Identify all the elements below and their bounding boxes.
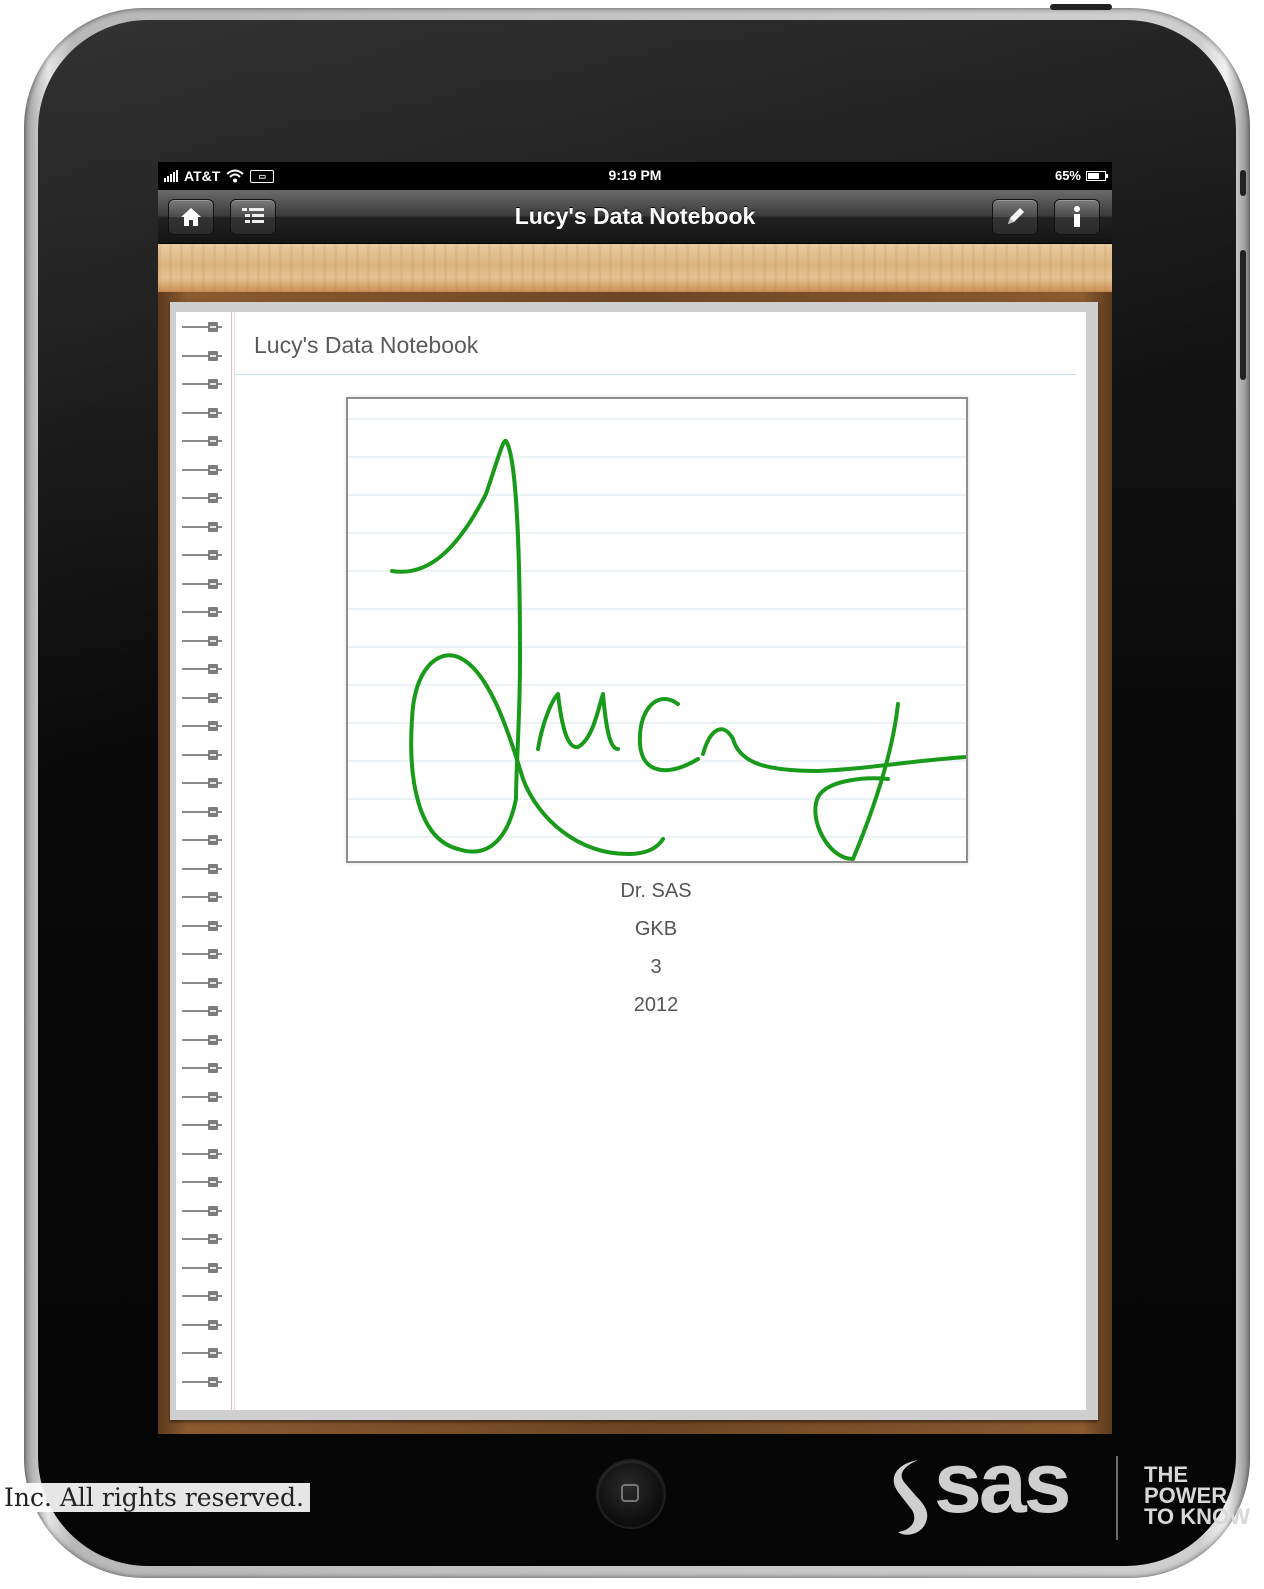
spiral-ring [182,493,222,503]
spiral-ring [182,692,222,703]
spiral-ring [182,835,222,845]
spiral-ring [182,778,222,788]
spiral-ring [182,949,222,959]
spiral-ring [182,1348,222,1358]
spiral-ring [182,521,222,532]
edit-button[interactable] [992,199,1038,235]
spiral-ring [182,635,222,646]
spiral-ring [182,1319,222,1330]
spiral-ring [182,892,222,902]
spiral-ring [182,806,222,817]
spiral-ring [182,1063,222,1073]
status-time: 9:19 PM [608,167,662,183]
tagline-line-2: POWER [1144,1483,1228,1508]
signature-drawing [348,418,968,861]
home-square-icon [621,1484,639,1502]
spiral-ring [182,1034,222,1045]
spiral-ring [182,550,222,560]
spiral-ring [182,664,222,674]
tagline: THE POWER TO KNOW [1144,1462,1250,1529]
tagline-line-1: THE [1144,1462,1188,1487]
spiral-ring [182,1006,222,1016]
battery-icon [1086,170,1108,181]
spiral-ring [182,977,222,988]
signature-stroke-y [701,727,968,773]
sas-wordmark: sas [934,1435,1071,1531]
spiral-ring [182,1148,222,1159]
signature-stroke-tail [813,702,900,861]
spiral-ring [182,1262,222,1273]
spiral-ring [182,1376,222,1387]
margin-line [231,312,232,1410]
power-button [1050,4,1112,10]
spiral-ring [182,322,222,332]
detail-year: 2012 [633,994,679,1016]
signature-box[interactable] [346,397,968,863]
page-title: Lucy's Data Notebook [254,332,479,358]
ruled-lines [348,418,966,838]
spiral-ring [182,578,222,589]
spiral-binding [176,322,230,1407]
spiral-ring [182,1291,222,1301]
spiral-ring [182,1091,222,1102]
spiral-ring [182,436,222,446]
spiral-ring [182,1177,222,1187]
nav-title: Lucy's Data Notebook [514,203,756,229]
copyright-text: Inc. All rights reserved. [2,1483,310,1512]
side-switch [1240,250,1246,380]
ipad-screen: AT&T ▭ 9:19 PM 65% Lucy's Data Notebook … [158,162,1112,1434]
signature-stroke-c [637,697,700,773]
spiral-ring [182,721,222,731]
detail-grade: 3 [650,956,662,978]
spiral-ring [182,607,222,617]
notebook-page: Lucy's Data Notebook Dr. SAS GKB 3 2012 [176,312,1086,1410]
tagline-line-3: TO KNOW [1144,1504,1250,1529]
spiral-ring [182,407,222,418]
volume-button [1240,170,1246,196]
detail-author: Dr. SAS [620,880,692,902]
spiral-ring [182,1120,222,1130]
detail-class: GKB [634,918,678,940]
info-button[interactable] [1054,199,1100,235]
pencil-icon [1008,208,1024,224]
spiral-ring [182,920,222,931]
battery-percent: 65% [1054,168,1081,183]
sas-logo: sas THE POWER TO KNOW [876,1435,1264,1548]
logo-separator [1116,1456,1118,1540]
spiral-ring [182,749,222,760]
margin-line-secondary [234,312,235,1410]
home-button[interactable] [598,1461,664,1527]
sas-swoosh-icon [893,1460,928,1535]
wood-header [158,244,1112,292]
spiral-ring [182,464,222,475]
navigation-bar: Lucy's Data Notebook [158,190,1112,244]
status-bar: AT&T ▭ 9:19 PM 65% [158,162,1112,190]
info-icon [1074,206,1080,227]
spiral-ring [182,1234,222,1244]
spiral-ring [182,1205,222,1216]
signature-stroke-u [536,692,620,751]
spiral-ring [182,379,222,389]
spiral-ring [182,350,222,361]
status-right: 65% [1054,168,1108,183]
spiral-ring [182,863,222,874]
title-rule [234,374,1076,375]
